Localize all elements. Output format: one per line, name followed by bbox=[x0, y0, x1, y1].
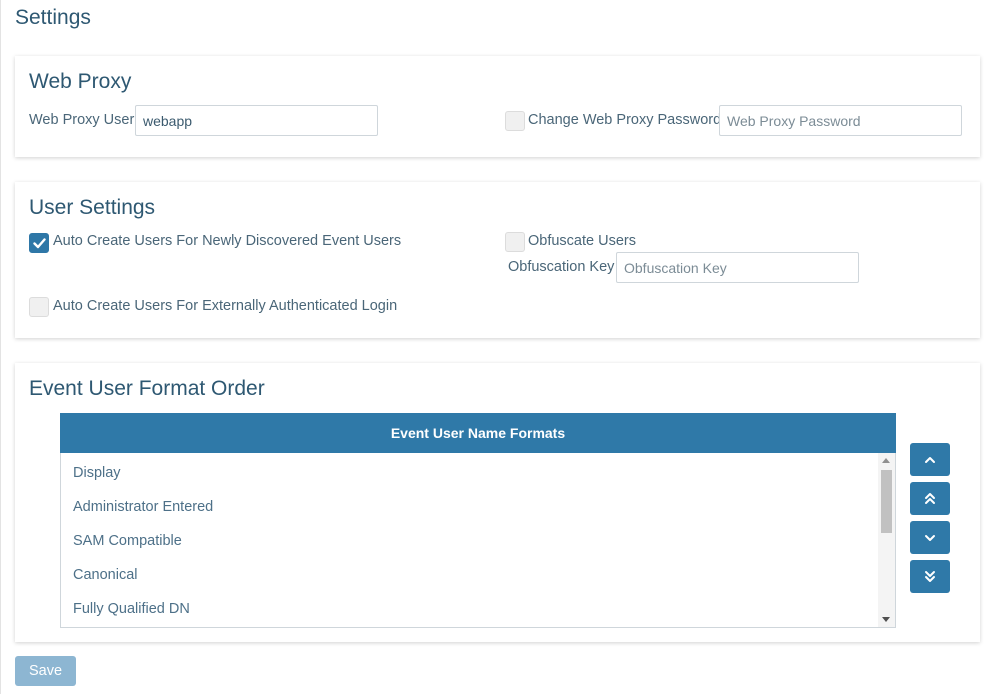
page-title: Settings bbox=[15, 6, 91, 29]
double-chevron-down-icon bbox=[925, 571, 935, 582]
scroll-up-arrow-icon[interactable] bbox=[882, 458, 890, 463]
auto-create-event-users-label: Auto Create Users For Newly Discovered E… bbox=[53, 233, 402, 249]
format-listbox[interactable]: Display Administrator Entered SAM Compat… bbox=[60, 453, 896, 628]
save-button[interactable]: Save bbox=[15, 656, 76, 686]
obfuscate-users-label: Obfuscate Users bbox=[528, 233, 636, 249]
obfuscate-users-checkbox[interactable] bbox=[505, 232, 525, 252]
obfuscation-key-input[interactable] bbox=[616, 252, 859, 283]
list-item[interactable]: Fully Qualified DN bbox=[73, 601, 190, 617]
web-proxy-panel: Web Proxy Web Proxy User Change Web Prox… bbox=[15, 56, 980, 157]
change-password-label: Change Web Proxy Password bbox=[528, 112, 722, 128]
auto-create-event-users-checkbox[interactable] bbox=[29, 233, 49, 253]
chevron-up-icon bbox=[925, 456, 935, 463]
auto-create-external-users-checkbox[interactable] bbox=[29, 297, 49, 317]
change-password-checkbox[interactable] bbox=[505, 111, 525, 131]
scrollbar-thumb[interactable] bbox=[881, 470, 892, 533]
obfuscation-key-label: Obfuscation Key bbox=[508, 259, 615, 275]
checkmark-icon bbox=[33, 238, 46, 249]
list-scrollbar[interactable] bbox=[878, 453, 895, 627]
web-proxy-user-label: Web Proxy User bbox=[29, 112, 135, 128]
move-top-button[interactable] bbox=[910, 482, 950, 515]
left-border bbox=[0, 0, 1, 694]
move-bottom-button[interactable] bbox=[910, 560, 950, 593]
chevron-down-icon bbox=[925, 534, 935, 541]
web-proxy-title: Web Proxy bbox=[29, 70, 132, 93]
list-item[interactable]: Display bbox=[73, 465, 121, 481]
user-settings-title: User Settings bbox=[29, 196, 156, 219]
list-item[interactable]: Canonical bbox=[73, 567, 138, 583]
list-item[interactable]: Administrator Entered bbox=[73, 499, 213, 515]
event-user-format-title: Event User Format Order bbox=[29, 377, 265, 400]
list-item[interactable]: SAM Compatible bbox=[73, 533, 182, 549]
move-down-button[interactable] bbox=[910, 521, 950, 554]
web-proxy-password-input[interactable] bbox=[719, 105, 962, 136]
double-chevron-up-icon bbox=[925, 493, 935, 504]
list-header: Event User Name Formats bbox=[60, 413, 896, 453]
auto-create-external-users-label: Auto Create Users For Externally Authent… bbox=[53, 298, 398, 314]
scroll-down-arrow-icon[interactable] bbox=[882, 617, 890, 622]
event-user-format-panel: Event User Format Order Event User Name … bbox=[15, 363, 980, 642]
user-settings-panel: User Settings Auto Create Users For Newl… bbox=[15, 182, 980, 338]
web-proxy-user-input[interactable] bbox=[135, 105, 378, 136]
move-up-button[interactable] bbox=[910, 443, 950, 476]
